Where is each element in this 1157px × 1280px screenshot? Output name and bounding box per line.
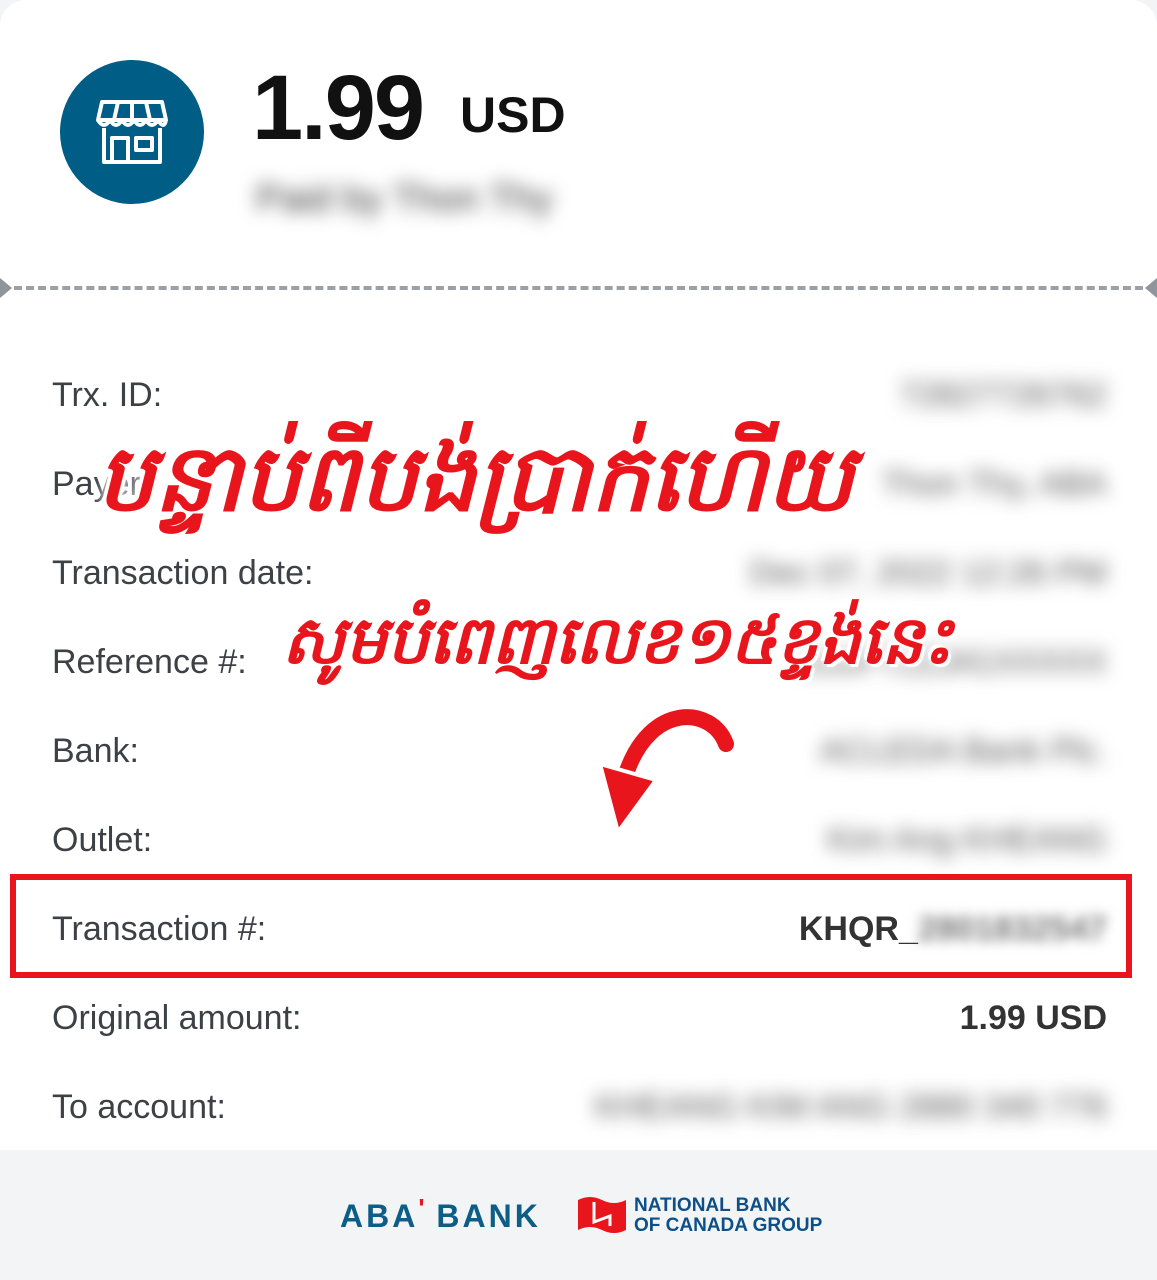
ticket-notch-left: [0, 278, 12, 298]
overlay-subtitle: សូមបំពេញលេខ១៥ខ្ទង់នេះ: [282, 601, 953, 679]
row-label: Bank:: [52, 732, 139, 770]
payment-currency: USD: [460, 87, 566, 143]
row-value: 72827726762: [898, 376, 1107, 414]
row-value: 1.99 USD: [959, 999, 1107, 1037]
nbc-line2: OF CANADA GROUP: [634, 1215, 823, 1236]
transaction-number-highlight: [10, 874, 1132, 978]
aba-logo-text: ABA: [340, 1198, 419, 1234]
row-value: Thon Thy, ABA: [881, 465, 1107, 503]
row-label: To account:: [52, 1088, 226, 1126]
ticket-notch-right: [1145, 278, 1157, 298]
row-value: ACLEDA Bank Plc.: [819, 732, 1107, 770]
paid-by-text: Paid by Thon Thy: [256, 178, 553, 220]
curved-arrow-icon: [598, 704, 739, 834]
store-icon: [96, 100, 168, 164]
row-original-amount: Original amount: 1.99 USD: [0, 989, 1157, 1049]
row-value: Dec 07, 2022 12:26 PM: [749, 554, 1107, 592]
row-to-account: To account: KHEANG KIM ANG 2880 340 776: [0, 1078, 1157, 1138]
row-label: Original amount:: [52, 999, 302, 1037]
row-label: Transaction date:: [52, 554, 314, 592]
merchant-avatar: [60, 60, 204, 204]
row-label: Outlet:: [52, 821, 153, 859]
row-value: KHEANG KIM ANG 2880 340 776: [594, 1088, 1107, 1126]
aba-logo-bank: BANK: [436, 1198, 541, 1234]
row-label: Reference #:: [52, 643, 247, 681]
nbc-flag-icon: [578, 1197, 626, 1233]
payment-amount: 1.99: [252, 57, 425, 159]
row-outlet: Outlet: Kim Ang KHEANG: [0, 811, 1157, 871]
row-trx-id: Trx. ID: 72827726762: [0, 366, 1157, 426]
aba-bank-logo: ABA' BANK: [340, 1193, 541, 1235]
dashed-divider: [14, 286, 1143, 290]
aba-logo-mark: ': [418, 1193, 425, 1223]
nbc-logo-text: NATIONAL BANK OF CANADA GROUP: [634, 1196, 822, 1236]
row-label: Trx. ID:: [52, 376, 163, 414]
nbc-line1: NATIONAL BANK: [634, 1195, 791, 1216]
row-bank: Bank: ACLEDA Bank Plc.: [0, 722, 1157, 782]
row-value: Kim Ang KHEANG: [827, 821, 1107, 859]
overlay-title: បន្ទាប់ពីបង់ប្រាក់ហើយ: [96, 424, 854, 532]
